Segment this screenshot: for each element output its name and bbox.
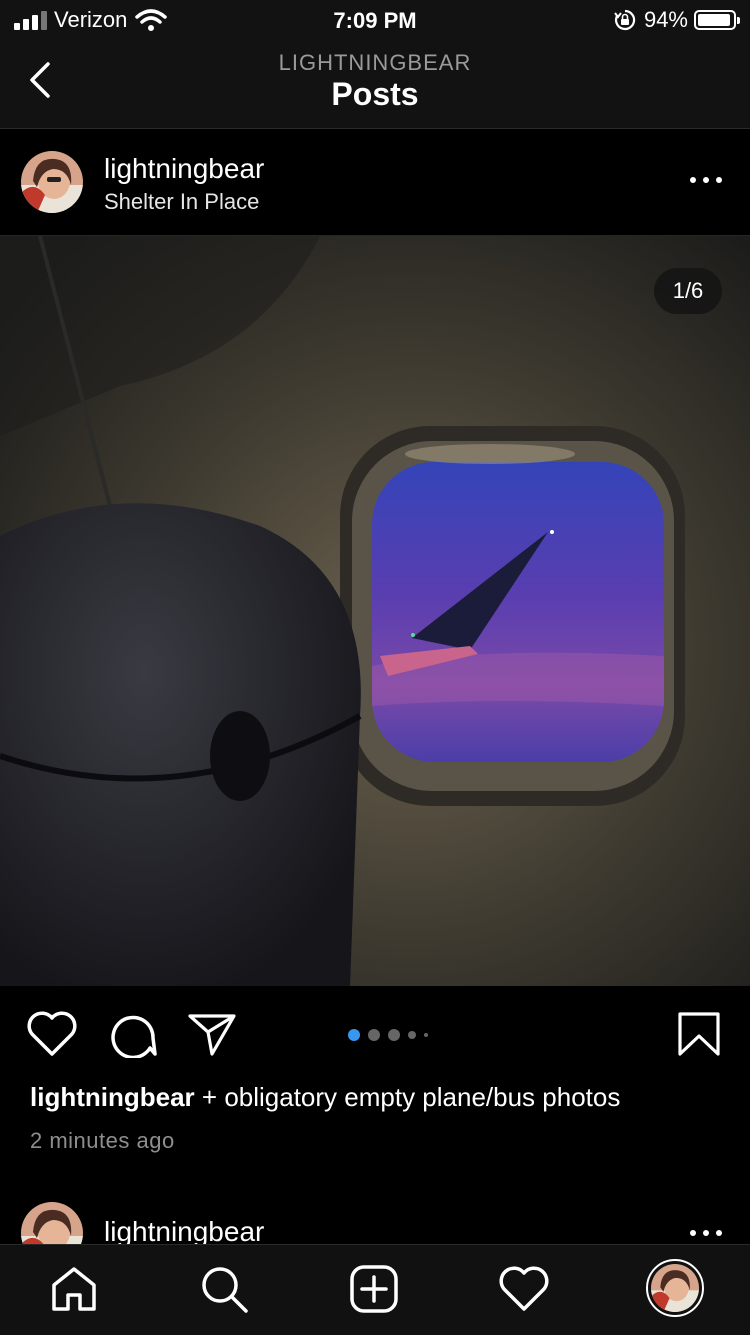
post-actions [0,986,750,1082]
post-caption: lightningbear + obligatory empty plane/b… [30,1082,620,1113]
carousel-indicator [348,1029,428,1041]
carousel-dot [408,1031,416,1039]
next-post-username[interactable]: lightningbear [104,1216,264,1244]
image-counter: 1/6 [654,268,722,314]
avatar-image [21,1202,83,1244]
page-title: Posts [331,76,419,112]
home-icon[interactable] [48,1263,100,1315]
caption-text: + obligatory empty plane/bus photos [201,1082,621,1112]
nav-subtitle: LIGHTNINGBEAR [278,50,472,75]
carousel-dot [388,1029,400,1041]
post-location[interactable]: Shelter In Place [104,189,259,215]
status-right: 94% [614,7,740,32]
carousel-dot [348,1029,360,1041]
search-icon[interactable] [198,1263,250,1315]
battery-percent: 94% [643,7,688,32]
status-bar: Verizon 7:09 PM 94% [0,0,750,40]
save-bookmark-icon[interactable] [676,1010,722,1058]
post-timestamp: 2 minutes ago [30,1128,175,1153]
post-image[interactable]: 1/6 [0,236,750,986]
battery-icon [694,10,740,30]
post-username[interactable]: lightningbear [104,153,264,185]
comment-icon[interactable] [106,1010,158,1058]
nav-bar: LIGHTNINGBEAR Posts [0,40,750,129]
next-post-header: lightningbear [0,1190,750,1244]
avatar[interactable] [21,1202,83,1244]
orientation-lock-icon [614,9,636,31]
profile-avatar[interactable] [646,1259,704,1317]
activity-heart-icon[interactable] [498,1263,550,1315]
post-header: lightningbear Shelter In Place [0,129,750,236]
avatar[interactable] [21,151,83,213]
share-send-icon[interactable] [186,1010,238,1058]
tab-bar [0,1244,750,1335]
more-options-icon[interactable] [690,177,722,187]
carousel-dot [424,1033,428,1037]
avatar-image [651,1264,699,1312]
avatar-image [21,151,83,213]
airplane-window-photo [0,236,750,986]
like-heart-icon[interactable] [26,1010,78,1058]
create-post-icon[interactable] [348,1263,400,1315]
more-options-icon[interactable] [690,1230,722,1240]
carousel-dot [368,1029,380,1041]
caption-username[interactable]: lightningbear [30,1082,195,1112]
battery-fill [698,14,730,26]
